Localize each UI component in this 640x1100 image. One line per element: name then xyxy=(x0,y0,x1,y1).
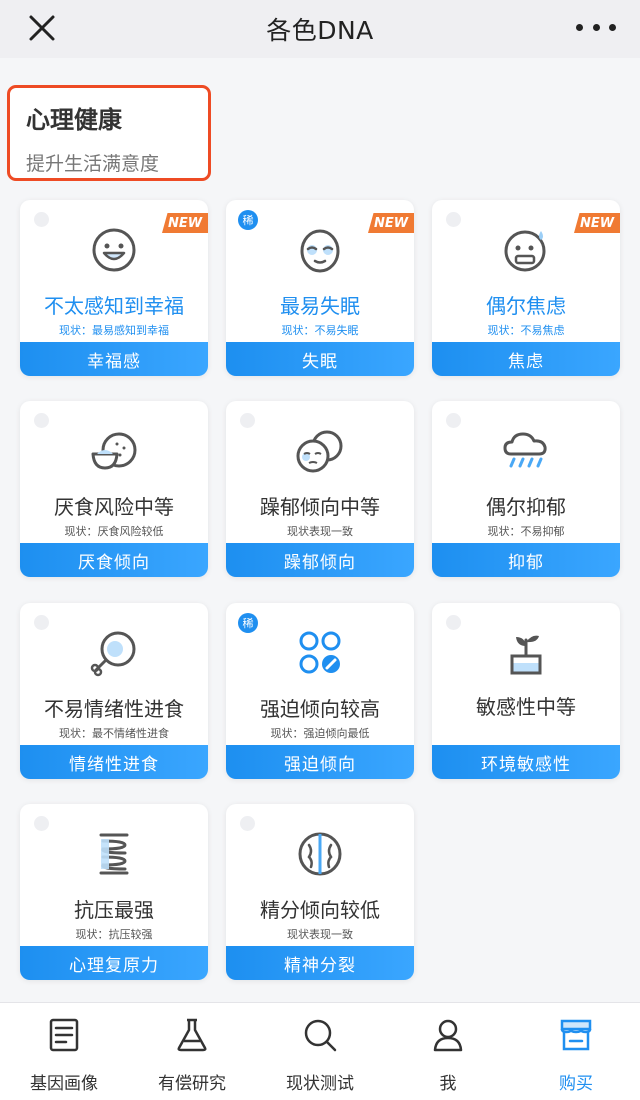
trait-name: 偶尔焦虑 xyxy=(486,294,566,318)
trait-status: 现状：厌食风险较低 xyxy=(64,525,164,538)
section-title: 心理健康 xyxy=(26,106,122,134)
trait-status: 现状：不易失眠 xyxy=(281,324,359,337)
trait-name: 精分倾向较低 xyxy=(260,898,380,922)
shop-icon xyxy=(560,1019,592,1051)
smile-face-icon xyxy=(92,228,136,272)
trait-card-bipolar[interactable]: 躁郁倾向中等 现状表现一致 躁郁倾向 xyxy=(226,401,414,577)
status-dot xyxy=(446,615,461,630)
brain-icon xyxy=(298,832,342,876)
trait-status: 现状：不易抑郁 xyxy=(487,525,565,538)
sprout-pot-icon xyxy=(510,635,542,675)
trait-card-anorexia[interactable]: 厌食风险中等 现状：厌食风险较低 厌食倾向 xyxy=(20,401,208,577)
trait-name: 抗压最强 xyxy=(74,898,154,922)
trait-name: 躁郁倾向中等 xyxy=(260,495,380,519)
trait-status: 现状表现一致 xyxy=(287,525,353,538)
food-bowl-icon xyxy=(91,432,137,470)
status-dot xyxy=(446,212,461,227)
trait-category: 情绪性进食 xyxy=(20,745,208,779)
person-icon xyxy=(433,1019,463,1052)
trait-card-emotional-eating[interactable]: 不易情绪性进食 现状：最不情绪性进食 情绪性进食 xyxy=(20,603,208,779)
status-dot xyxy=(34,212,49,227)
drumstick-icon xyxy=(90,631,136,677)
nav-label: 我 xyxy=(439,1074,457,1094)
status-dot xyxy=(34,413,49,428)
spring-coil-icon xyxy=(99,833,129,875)
nav-label: 购买 xyxy=(559,1074,593,1094)
trait-status: 现状：不易焦虑 xyxy=(487,324,565,337)
trait-category: 抑郁 xyxy=(432,543,620,577)
status-dot xyxy=(34,816,49,831)
trait-category: 环境敏感性 xyxy=(432,745,620,779)
four-circles-icon xyxy=(299,631,341,674)
close-icon[interactable] xyxy=(24,10,60,46)
trait-category: 焦虑 xyxy=(432,342,620,376)
trait-card-schizophrenia[interactable]: 精分倾向较低 现状表现一致 精神分裂 xyxy=(226,804,414,980)
rare-badge: 稀 xyxy=(238,613,258,633)
nav-label: 有偿研究 xyxy=(158,1074,226,1094)
nav-item-status-test[interactable]: 现状测试 xyxy=(256,1003,384,1100)
trait-card-insomnia[interactable]: 稀 NEW 最易失眠 现状：不易失眠 失眠 xyxy=(226,200,414,376)
nav-label: 基因画像 xyxy=(30,1074,98,1094)
new-badge: NEW xyxy=(162,213,208,233)
trait-card-ocd[interactable]: 稀 强迫倾向较高 现状：强迫倾向最低 强迫倾向 xyxy=(226,603,414,779)
trait-name: 不太感知到幸福 xyxy=(44,294,184,318)
section-header: 心理健康 提升生活满意度 xyxy=(7,85,211,181)
anxious-face-icon xyxy=(504,230,546,272)
section-subtitle: 提升生活满意度 xyxy=(26,153,160,175)
trait-card-happiness[interactable]: NEW 不太感知到幸福 现状：最易感知到幸福 幸福感 xyxy=(20,200,208,376)
trait-status: 现状：抗压较强 xyxy=(75,928,153,941)
trait-name: 偶尔抑郁 xyxy=(486,495,566,519)
status-dot xyxy=(240,413,255,428)
rare-badge: 稀 xyxy=(238,210,258,230)
magnifier-icon xyxy=(304,1019,337,1052)
rain-cloud-icon xyxy=(503,432,547,468)
trait-name: 不易情绪性进食 xyxy=(44,697,184,721)
trait-category: 强迫倾向 xyxy=(226,745,414,779)
trait-category: 幸福感 xyxy=(20,342,208,376)
trait-category: 失眠 xyxy=(226,342,414,376)
mood-faces-icon xyxy=(296,430,343,473)
flask-icon xyxy=(177,1018,207,1052)
trait-status: 现状：最不情绪性进食 xyxy=(59,727,169,740)
nav-item-buy[interactable]: 购买 xyxy=(512,1003,640,1100)
nav-item-me[interactable]: 我 xyxy=(384,1003,512,1100)
bottom-nav: 基因画像 有偿研究 现状测试 我 购买 xyxy=(0,1002,640,1100)
new-badge: NEW xyxy=(574,213,620,233)
trait-category: 厌食倾向 xyxy=(20,543,208,577)
trait-status: 现状表现一致 xyxy=(287,928,353,941)
nav-item-paid-research[interactable]: 有偿研究 xyxy=(128,1003,256,1100)
trait-category: 心理复原力 xyxy=(20,946,208,980)
status-dot xyxy=(34,615,49,630)
trait-status: 现状：强迫倾向最低 xyxy=(270,727,370,740)
nav-label: 现状测试 xyxy=(286,1074,354,1094)
status-dot xyxy=(240,816,255,831)
sleepy-face-icon xyxy=(300,229,340,273)
trait-category: 精神分裂 xyxy=(226,946,414,980)
trait-status: 现状：最易感知到幸福 xyxy=(59,324,169,337)
app-title: 各色DNA xyxy=(266,16,374,45)
trait-card-sensitivity[interactable]: 敏感性中等 环境敏感性 xyxy=(432,603,620,779)
status-dot xyxy=(446,413,461,428)
trait-name: 厌食风险中等 xyxy=(54,495,174,519)
trait-name: 敏感性中等 xyxy=(476,695,576,719)
trait-card-depression[interactable]: 偶尔抑郁 现状：不易抑郁 抑郁 xyxy=(432,401,620,577)
trait-card-anxiety[interactable]: NEW 偶尔焦虑 现状：不易焦虑 焦虑 xyxy=(432,200,620,376)
nav-item-gene-profile[interactable]: 基因画像 xyxy=(0,1003,128,1100)
trait-card-resilience[interactable]: 抗压最强 现状：抗压较强 心理复原力 xyxy=(20,804,208,980)
trait-category: 躁郁倾向 xyxy=(226,543,414,577)
new-badge: NEW xyxy=(368,213,414,233)
top-bar: 各色DNA xyxy=(0,0,640,58)
trait-name: 最易失眠 xyxy=(280,294,360,318)
more-icon[interactable] xyxy=(576,12,616,42)
document-list-icon xyxy=(49,1018,79,1052)
trait-name: 强迫倾向较高 xyxy=(260,697,380,721)
